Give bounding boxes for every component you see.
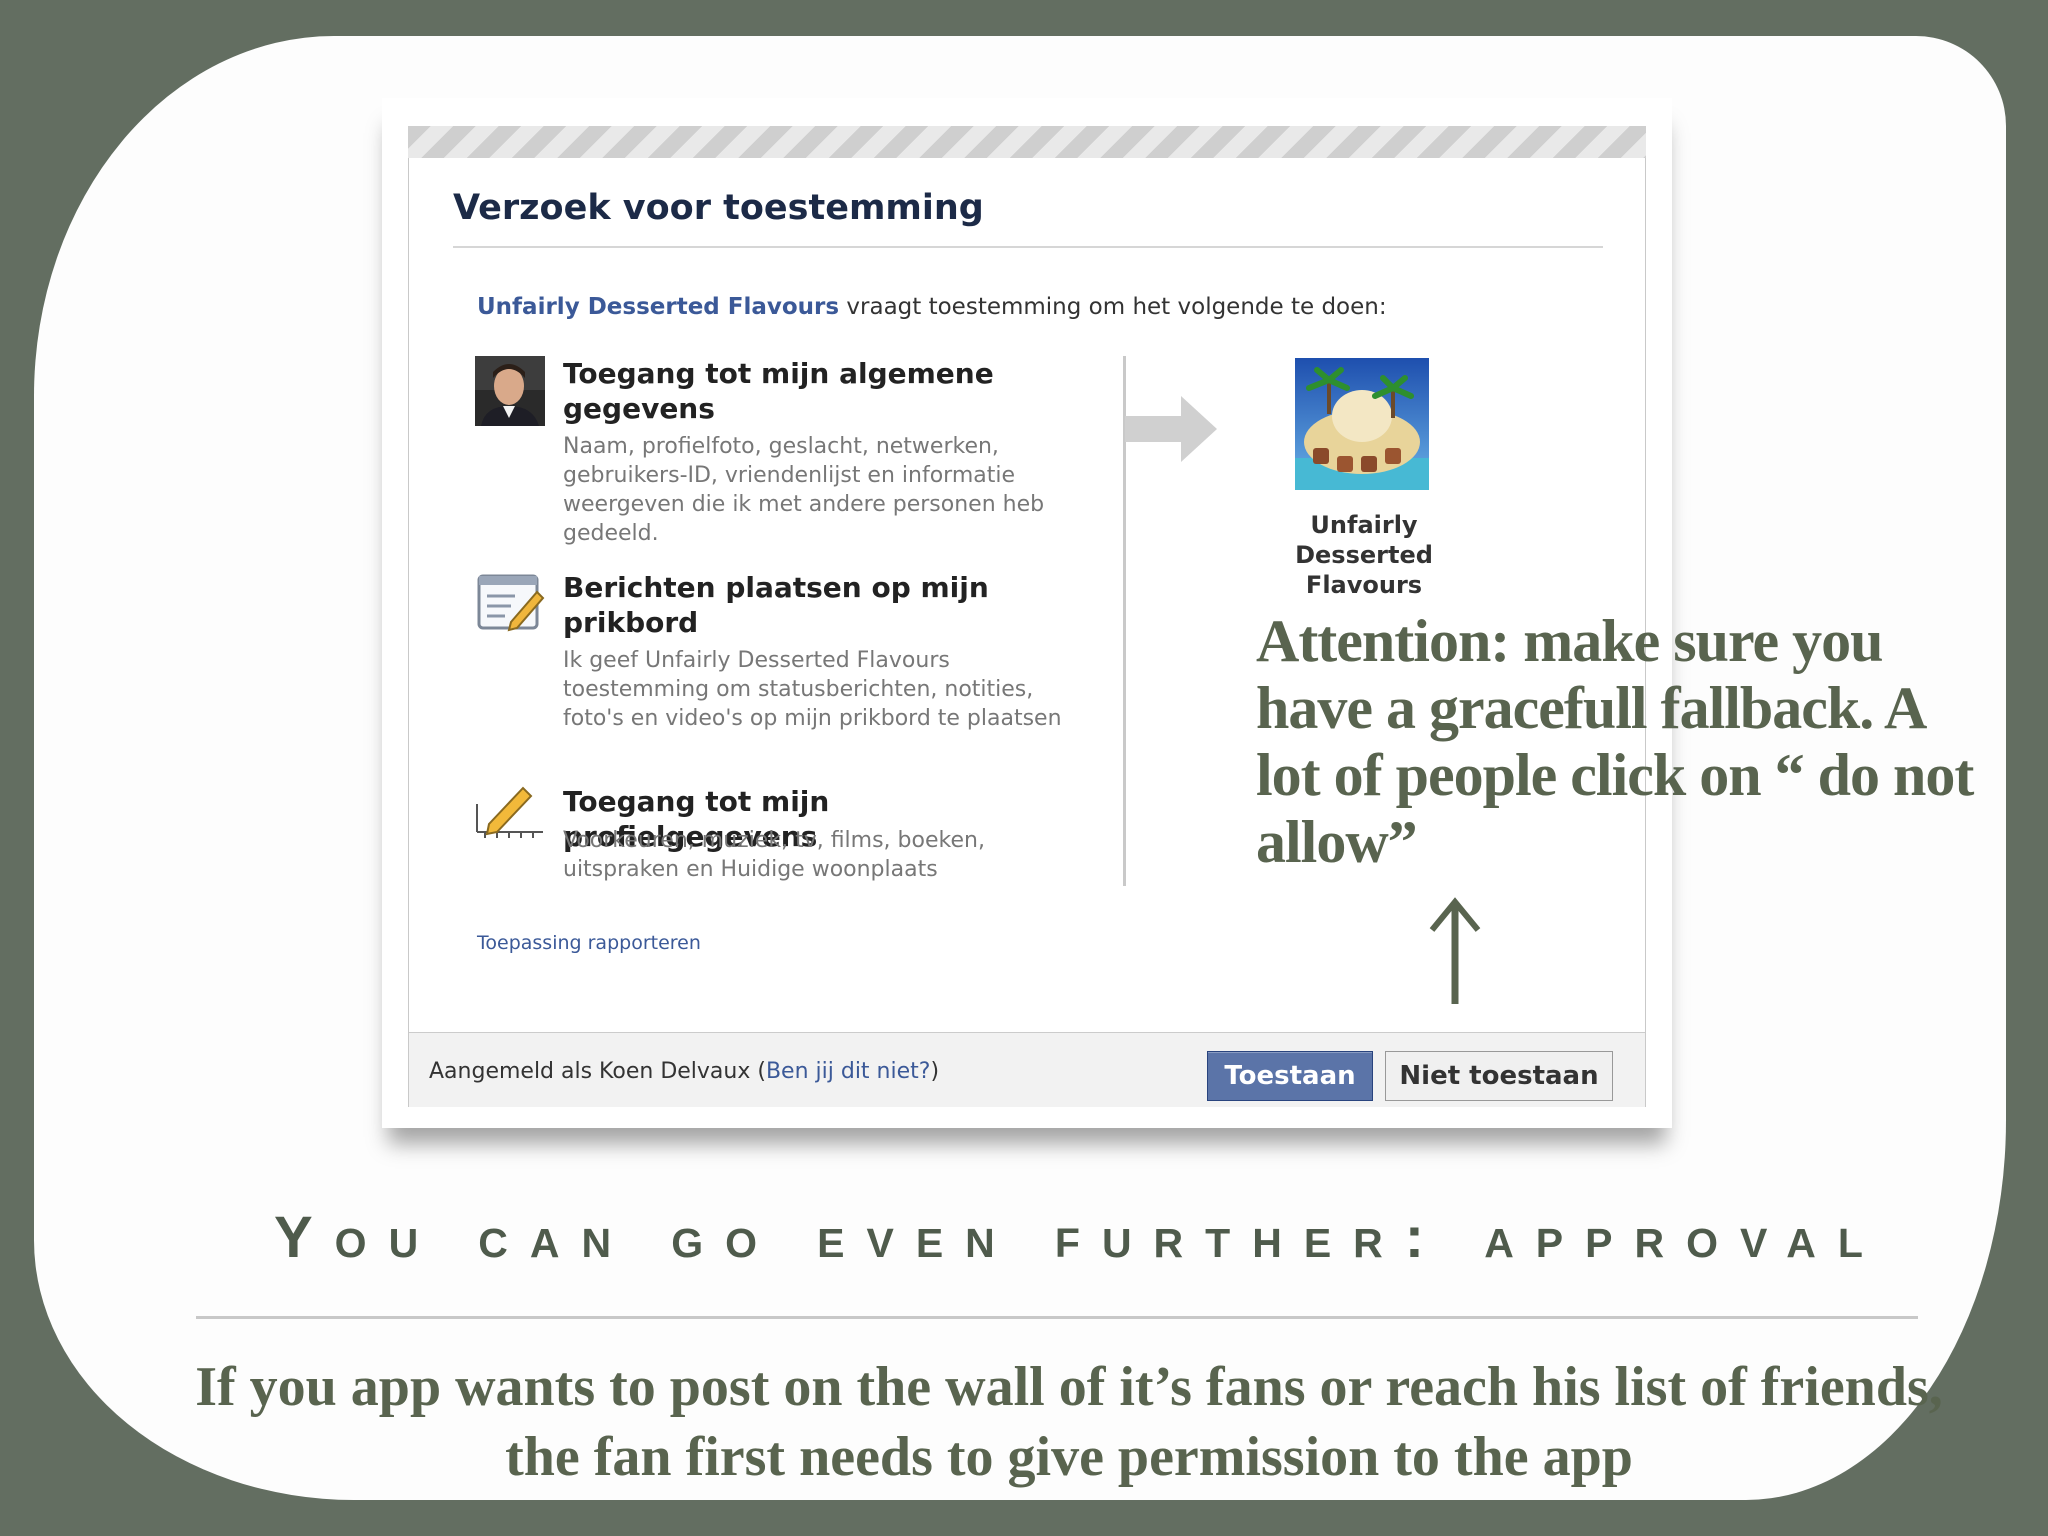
- user-photo-icon: [475, 356, 545, 426]
- report-app-link[interactable]: Toepassing rapporteren: [477, 932, 701, 954]
- logged-in-suffix: ): [930, 1059, 940, 1084]
- permission-description: Voorkeuren, muziek, tv, films, boeken, u…: [563, 828, 985, 882]
- slide-card: Verzoek voor toestemming Unfairly Desser…: [34, 36, 2006, 1500]
- logged-in-text: Aangemeld als Koen Delvaux (: [429, 1059, 766, 1084]
- profile-edit-icon: [476, 786, 543, 838]
- title-divider: [453, 246, 1603, 248]
- permission-title: Toegang tot mijn algemene gegevens: [563, 357, 994, 425]
- request-intro-text: vraagt toestemming om het volgende te do…: [839, 294, 1387, 320]
- dialog-footer: Aangemeld als Koen Delvaux (Ben jij dit …: [409, 1032, 1645, 1107]
- heading-divider: [196, 1316, 1918, 1319]
- app-name-label: Unfairly Desserted Flavours: [1295, 511, 1433, 599]
- slide-body-text: If you app wants to post on the wall of …: [195, 1356, 1943, 1488]
- app-logo-image: [1295, 358, 1429, 490]
- allow-button[interactable]: Toestaan: [1207, 1051, 1373, 1101]
- permission-title: Berichten plaatsen op mijn prikbord: [563, 571, 989, 639]
- attention-note: Attention: make sure you have a graceful…: [1256, 608, 1974, 875]
- dialog-title: Verzoek voor toestemming: [453, 188, 984, 228]
- arrow-up-icon: [1429, 897, 1481, 1004]
- app-name-link[interactable]: Unfairly Desserted Flavours: [477, 294, 839, 320]
- slide-heading: You can go even further: approval: [274, 1205, 1885, 1270]
- not-you-link[interactable]: Ben jij dit niet?: [766, 1059, 930, 1084]
- permission-description: Ik geef Unfairly Desserted Flavours toes…: [563, 648, 1062, 731]
- wall-post-icon: [477, 574, 545, 632]
- deny-button[interactable]: Niet toestaan: [1385, 1051, 1613, 1101]
- logged-in-status: Aangemeld als Koen Delvaux (Ben jij dit …: [429, 1059, 939, 1084]
- arrow-right-icon: [1125, 396, 1217, 462]
- permission-description: Naam, profielfoto, geslacht, netwerken, …: [563, 434, 1045, 546]
- request-intro: Unfairly Desserted Flavours vraagt toest…: [477, 294, 1387, 320]
- dialog-header-stripes: [408, 126, 1646, 158]
